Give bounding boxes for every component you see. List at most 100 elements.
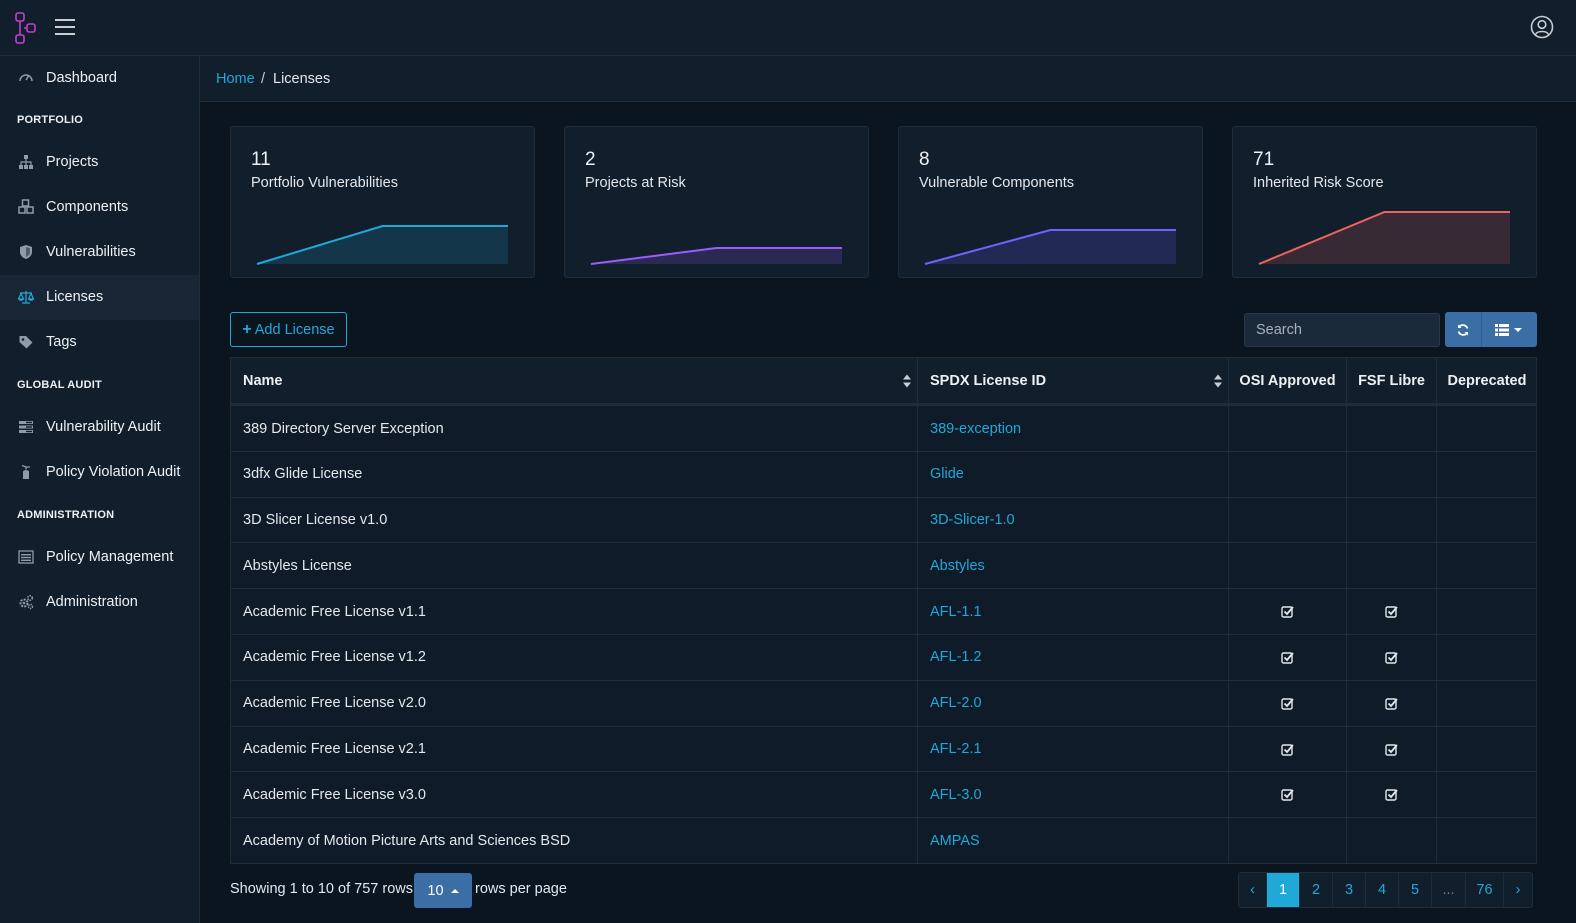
rows-per-page-value: 10 [427, 882, 444, 899]
sidebar-item-label: Policy Violation Audit [46, 464, 181, 480]
license-name: Academic Free License v2.1 [243, 741, 426, 758]
spdx-license-link[interactable]: AFL-2.1 [930, 741, 982, 757]
cell-deprecated [1437, 498, 1537, 543]
cell-fsf [1347, 497, 1437, 543]
cell-fsf [1347, 406, 1437, 451]
pagination-page-1[interactable]: 1 [1267, 873, 1300, 907]
cell-spdx: AFL-2.1 [918, 726, 1229, 772]
cell-name: Academic Free License v3.0 [231, 772, 918, 818]
cell-osi [1229, 772, 1347, 818]
sidebar-item-vulnerabilities[interactable]: Vulnerabilities [0, 230, 199, 275]
sidebar-item-administration[interactable]: Administration [0, 580, 199, 625]
pagination: ‹ 1 2 3 4 5... 76 › [1238, 872, 1533, 908]
sparkline-chart [924, 229, 1176, 265]
cell-deprecated [1437, 772, 1537, 817]
spdx-license-link[interactable]: AMPAS [930, 833, 980, 849]
column-header-label: SPDX License ID [930, 373, 1047, 389]
cell-name: Abstyles License [231, 543, 918, 589]
cell-deprecated [1437, 452, 1537, 497]
dependency-track-logo[interactable] [14, 12, 38, 44]
metric-card-projects-at-risk: 2 Projects at Risk [564, 126, 869, 278]
table-body: 389 Directory Server Exception 389-except… [231, 405, 1537, 864]
add-license-button[interactable]: + Add License [230, 312, 347, 347]
user-circle-icon[interactable] [1530, 15, 1554, 39]
sparkline-chart [1258, 211, 1510, 265]
sparkline-chart [256, 225, 508, 265]
metric-card-inherited-risk-score: 71 Inherited Risk Score [1232, 126, 1537, 278]
sidebar-item-vulnerability-audit[interactable]: Vulnerability Audit [0, 405, 199, 450]
column-header-osi[interactable]: OSI Approved [1229, 358, 1347, 404]
column-header-label: FSF Libre [1358, 373, 1425, 389]
checkbox-checked-icon [1385, 606, 1398, 618]
spdx-license-link[interactable]: AFL-1.2 [930, 649, 982, 665]
refresh-button[interactable] [1445, 312, 1482, 347]
pagination-page-4[interactable]: 4 [1366, 873, 1399, 907]
search-input[interactable] [1244, 313, 1440, 347]
sidebar-item-label: Projects [46, 154, 99, 170]
breadcrumb-home-link[interactable]: Home [216, 71, 255, 87]
cell-deprecated [1437, 681, 1537, 726]
pagination-page-3[interactable]: 3 [1333, 873, 1366, 907]
cell-fsf [1347, 772, 1437, 818]
table-row: 3dfx Glide License Glide [231, 450, 1537, 497]
columns-toggle-button[interactable] [1482, 312, 1537, 347]
sidebar-item-components[interactable]: Components [0, 185, 199, 230]
sidebar-item-policy-violation-audit[interactable]: Policy Violation Audit [0, 450, 199, 495]
table-row: Abstyles License Abstyles [231, 542, 1537, 589]
speedometer-icon [19, 74, 33, 82]
pagination-page-2[interactable]: 2 [1300, 873, 1333, 907]
table-row: Academic Free License v2.0 AFL-2.0 [231, 679, 1537, 726]
cell-fsf [1347, 726, 1437, 772]
cell-name: 3dfx Glide License [231, 451, 918, 497]
column-header-label: Deprecated [1447, 373, 1527, 389]
hamburger-icon[interactable] [55, 18, 75, 36]
spdx-license-link[interactable]: AFL-1.1 [930, 604, 982, 620]
cell-osi [1229, 634, 1347, 680]
pagination-ellipsis: ... [1432, 873, 1466, 907]
cell-spdx: AFL-1.2 [918, 634, 1229, 680]
table-row: 3D Slicer License v1.0 3D-Slicer-1.0 [231, 496, 1537, 543]
sidebar-item-policy-management[interactable]: Policy Management [0, 535, 199, 580]
spdx-license-link[interactable]: 389-exception [930, 421, 1021, 437]
pagination-prev[interactable]: ‹ [1239, 873, 1267, 907]
column-header-deprecated[interactable]: Deprecated [1437, 358, 1537, 404]
sidebar-item-label: Vulnerabilities [46, 244, 136, 260]
spdx-license-link[interactable]: Glide [930, 466, 964, 482]
column-header-name[interactable]: Name [231, 358, 918, 404]
tasks-icon [19, 421, 33, 433]
pagination-page-76[interactable]: 76 [1466, 873, 1504, 907]
spdx-license-link[interactable]: 3D-Slicer-1.0 [930, 512, 1015, 528]
cell-spdx: 389-exception [918, 406, 1229, 451]
cell-osi [1229, 726, 1347, 772]
sort-icon [903, 374, 911, 388]
spdx-license-link[interactable]: Abstyles [930, 558, 985, 574]
caret-down-icon [1514, 327, 1522, 332]
sidebar-section-portfolio: PORTFOLIO [17, 114, 83, 126]
table-row: 389 Directory Server Exception 389-except… [231, 405, 1536, 451]
cell-deprecated [1437, 543, 1537, 588]
cell-deprecated [1437, 818, 1537, 863]
pagination-page-5[interactable]: 5 [1399, 873, 1432, 907]
cell-deprecated [1437, 635, 1537, 680]
sidebar-item-label: Components [46, 199, 129, 215]
shield-icon [20, 245, 32, 259]
sidebar-item-licenses[interactable]: Licenses [0, 275, 199, 320]
rows-per-page-dropdown[interactable]: 10 [414, 873, 472, 908]
top-navbar [0, 0, 1576, 56]
cell-fsf [1347, 818, 1437, 864]
column-header-fsf[interactable]: FSF Libre [1347, 358, 1437, 404]
column-header-spdx[interactable]: SPDX License ID [918, 358, 1229, 404]
sidebar-item-tags[interactable]: Tags [0, 320, 199, 365]
spdx-license-link[interactable]: AFL-2.0 [930, 695, 982, 711]
spdx-license-link[interactable]: AFL-3.0 [930, 787, 982, 803]
license-name: Academic Free License v1.1 [243, 603, 426, 620]
cell-fsf [1347, 451, 1437, 497]
sidebar-item-projects[interactable]: Projects [0, 140, 199, 185]
cell-spdx: AMPAS [918, 818, 1229, 864]
license-name: Academy of Motion Picture Arts and Scien… [243, 832, 571, 849]
sidebar-item-dashboard[interactable]: Dashboard [0, 56, 199, 101]
cell-name: Academic Free License v2.0 [231, 680, 918, 726]
pagination-next[interactable]: › [1504, 873, 1532, 907]
cell-spdx: 3D-Slicer-1.0 [918, 497, 1229, 543]
table-toolbar-buttons [1445, 312, 1537, 347]
